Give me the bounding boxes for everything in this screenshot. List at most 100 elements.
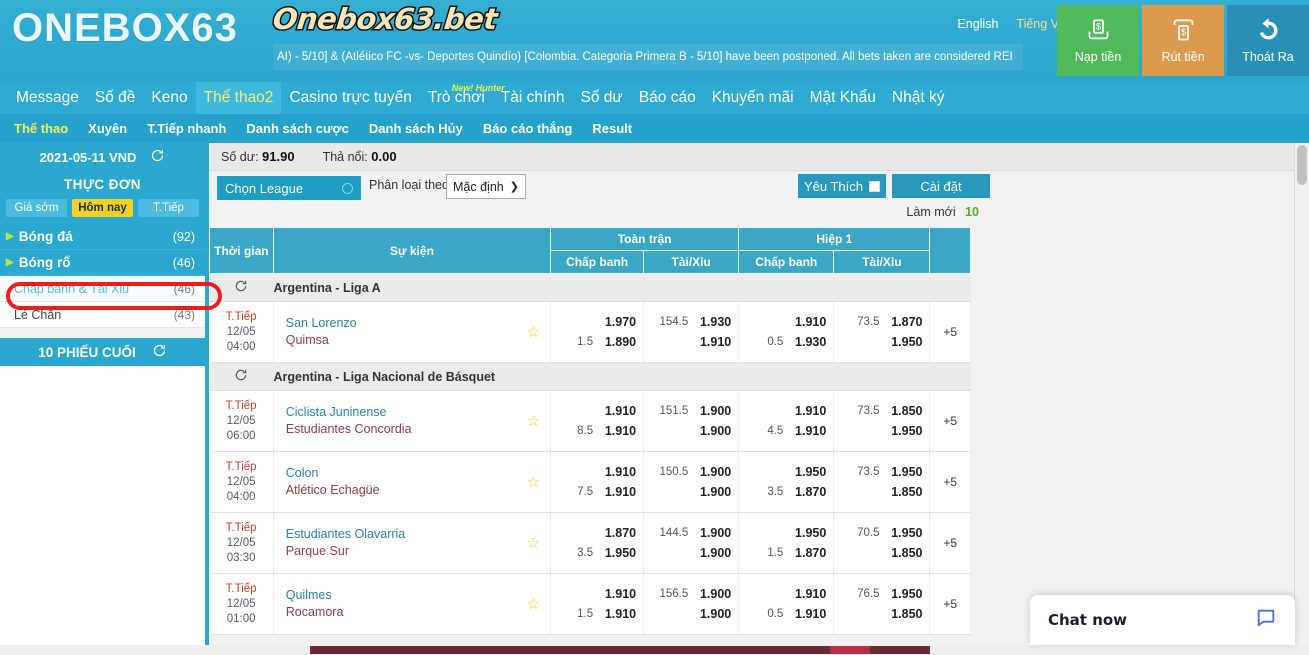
h1-ah-away-price[interactable]: 1.930 [792,335,826,349]
chat-bubble-icon[interactable] [1255,607,1277,634]
ft-ou-over-price[interactable]: 1.900 [697,465,731,479]
nav-tro-choi[interactable]: Trò chơi New! Hunter [420,82,505,114]
ft-handicap-cell[interactable]: 1.970 1.5 1.890 [550,301,645,363]
ft-ou-under-price[interactable]: 1.910 [697,335,731,349]
deposit-button[interactable]: $ Nạp tiền [1057,5,1139,76]
h1-ah-away-price[interactable]: 1.910 [792,424,826,438]
h1-overunder-cell[interactable]: 73.5 1.950 1.850 [833,451,931,513]
favorite-checkbox[interactable] [869,180,881,192]
sidebar-item-handicap-ou[interactable]: Chấp banh & Tài Xỉu (46) [0,276,205,302]
nav-the-thao-2[interactable]: Thể thao2 [195,82,282,114]
h1-ah-away-price[interactable]: 1.870 [792,546,826,560]
favorite-button[interactable]: Yêu Thích [798,174,886,198]
match-event-cell[interactable]: Quilmes Rocamora ☆ [273,573,552,635]
ft-ah-home-price[interactable]: 1.870 [602,526,636,540]
ft-ah-away-price[interactable]: 1.910 [602,607,636,621]
choose-league-button[interactable]: Chọn League [217,176,361,200]
subnav-result[interactable]: Result [592,121,632,136]
ft-handicap-cell[interactable]: 1.910 7.5 1.910 [550,451,645,513]
subnav-ttiep-nhanh[interactable]: T.Tiếp nhanh [147,121,226,136]
refresh-icon[interactable] [234,368,248,385]
ft-handicap-cell[interactable]: 1.870 3.5 1.950 [550,512,645,574]
h1-ah-home-price[interactable]: 1.950 [792,465,826,479]
vertical-scrollbar[interactable] [1294,143,1309,655]
h1-ah-home-price[interactable]: 1.950 [792,526,826,540]
ft-overunder-cell[interactable]: 156.5 1.900 1.900 [643,573,740,635]
star-icon[interactable]: ☆ [527,595,540,613]
refresh-icon[interactable] [152,343,167,361]
ft-ah-away-price[interactable]: 1.910 [602,485,636,499]
ft-ou-over-price[interactable]: 1.930 [697,315,731,329]
h1-overunder-cell[interactable]: 70.5 1.950 1.850 [833,512,931,574]
h1-ah-away-price[interactable]: 1.910 [792,607,826,621]
h1-handicap-cell[interactable]: 1.950 1.5 1.870 [738,512,835,574]
ft-handicap-cell[interactable]: 1.910 1.5 1.910 [550,573,645,635]
h1-ah-home-price[interactable]: 1.910 [792,587,826,601]
vertical-scrollbar-thumb[interactable] [1297,145,1307,185]
sidebar-item-odd-even[interactable]: Lẻ Chẵn (43) [0,302,205,328]
star-icon[interactable]: ☆ [527,412,540,430]
h1-handicap-cell[interactable]: 1.910 0.5 1.930 [738,301,835,363]
nav-so-du[interactable]: Số dư [573,82,631,114]
h1-ou-over-price[interactable]: 1.950 [888,465,922,479]
league-header-row[interactable]: Argentina - Liga A [209,273,971,302]
ft-ah-home-price[interactable]: 1.970 [602,315,636,329]
ft-ou-over-price[interactable]: 1.900 [697,526,731,540]
more-markets-button[interactable]: +5 [929,512,971,574]
h1-ah-home-price[interactable]: 1.910 [792,404,826,418]
table-row[interactable]: T.Tiếp 12/05 03:30 Estudiantes Olavarria… [209,512,971,574]
chat-widget[interactable]: Chat now [1030,595,1295,645]
match-event-cell[interactable]: Colon Atlético Echagüe ☆ [273,451,552,513]
h1-ou-over-price[interactable]: 1.870 [888,315,922,329]
h1-handicap-cell[interactable]: 1.950 3.5 1.870 [738,451,835,513]
h1-ah-home-price[interactable]: 1.910 [792,315,826,329]
nav-bao-cao[interactable]: Báo cáo [631,82,704,114]
sidebar-item-basketball[interactable]: ▶ Bóng rổ (46) [0,250,205,276]
ft-overunder-cell[interactable]: 151.5 1.900 1.900 [643,390,740,452]
ft-ah-away-price[interactable]: 1.950 [602,546,636,560]
ft-ah-home-price[interactable]: 1.910 [602,404,636,418]
sidebar-tab-today[interactable]: Hôm nay [72,199,133,217]
ft-ah-away-price[interactable]: 1.910 [602,424,636,438]
h1-overunder-cell[interactable]: 73.5 1.850 1.950 [833,390,931,452]
nav-nhat-ky[interactable]: Nhật ký [884,82,953,114]
star-icon[interactable]: ☆ [527,534,540,552]
h1-ou-over-price[interactable]: 1.850 [888,404,922,418]
logout-button[interactable]: Thoát Ra [1227,5,1309,76]
match-event-cell[interactable]: Estudiantes Olavarria Parque Sur ☆ [273,512,552,574]
settings-button[interactable]: Cài đặt [892,174,990,198]
ft-overunder-cell[interactable]: 144.5 1.900 1.900 [643,512,740,574]
more-markets-button[interactable]: +5 [929,301,971,363]
h1-overunder-cell[interactable]: 73.5 1.870 1.950 [833,301,931,363]
subnav-danh-sach-cuoc[interactable]: Danh sách cược [246,121,348,136]
ft-overunder-cell[interactable]: 154.5 1.930 1.910 [643,301,740,363]
h1-overunder-cell[interactable]: 76.5 1.950 1.850 [833,573,931,635]
h1-ou-over-price[interactable]: 1.950 [888,526,922,540]
sidebar-tab-early[interactable]: Giá sớm [6,199,67,217]
table-row[interactable]: T.Tiếp 12/05 01:00 Quilmes Rocamora ☆ 1.… [209,573,971,635]
subnav-the-thao[interactable]: Thể thao [14,121,68,136]
ft-ou-under-price[interactable]: 1.900 [697,424,731,438]
ft-ah-home-price[interactable]: 1.910 [602,465,636,479]
nav-so-de[interactable]: Số đề [87,82,144,114]
h1-ah-away-price[interactable]: 1.870 [792,485,826,499]
ft-ou-over-price[interactable]: 1.900 [697,404,731,418]
ft-ou-over-price[interactable]: 1.900 [697,587,731,601]
sort-by-select[interactable]: Mặc định ❯ [446,174,526,199]
league-header-row[interactable]: Argentina - Liga Nacional de Básquet [209,362,971,391]
withdraw-button[interactable]: $ Rút tiền [1142,5,1224,76]
nav-tai-chinh[interactable]: Tài chính [493,82,573,114]
nav-keno[interactable]: Keno [143,82,195,114]
ft-ou-under-price[interactable]: 1.900 [697,546,731,560]
table-row[interactable]: T.Tiếp 12/05 04:00 Colon Atlético Echagü… [209,451,971,513]
h1-handicap-cell[interactable]: 1.910 0.5 1.910 [738,573,835,635]
ft-ou-under-price[interactable]: 1.900 [697,485,731,499]
ft-ah-away-price[interactable]: 1.890 [602,335,636,349]
subnav-bao-cao-thang[interactable]: Báo cáo thắng [483,121,573,136]
ft-ah-home-price[interactable]: 1.910 [602,587,636,601]
ft-handicap-cell[interactable]: 1.910 8.5 1.910 [550,390,645,452]
sidebar-tab-live[interactable]: T.Tiếp [138,199,199,217]
table-row[interactable]: T.Tiếp 12/05 04:00 San Lorenzo Quimsa ☆ [209,301,971,363]
match-event-cell[interactable]: Ciclista Juninense Estudiantes Concordia… [273,390,552,452]
ft-ou-under-price[interactable]: 1.900 [697,607,731,621]
